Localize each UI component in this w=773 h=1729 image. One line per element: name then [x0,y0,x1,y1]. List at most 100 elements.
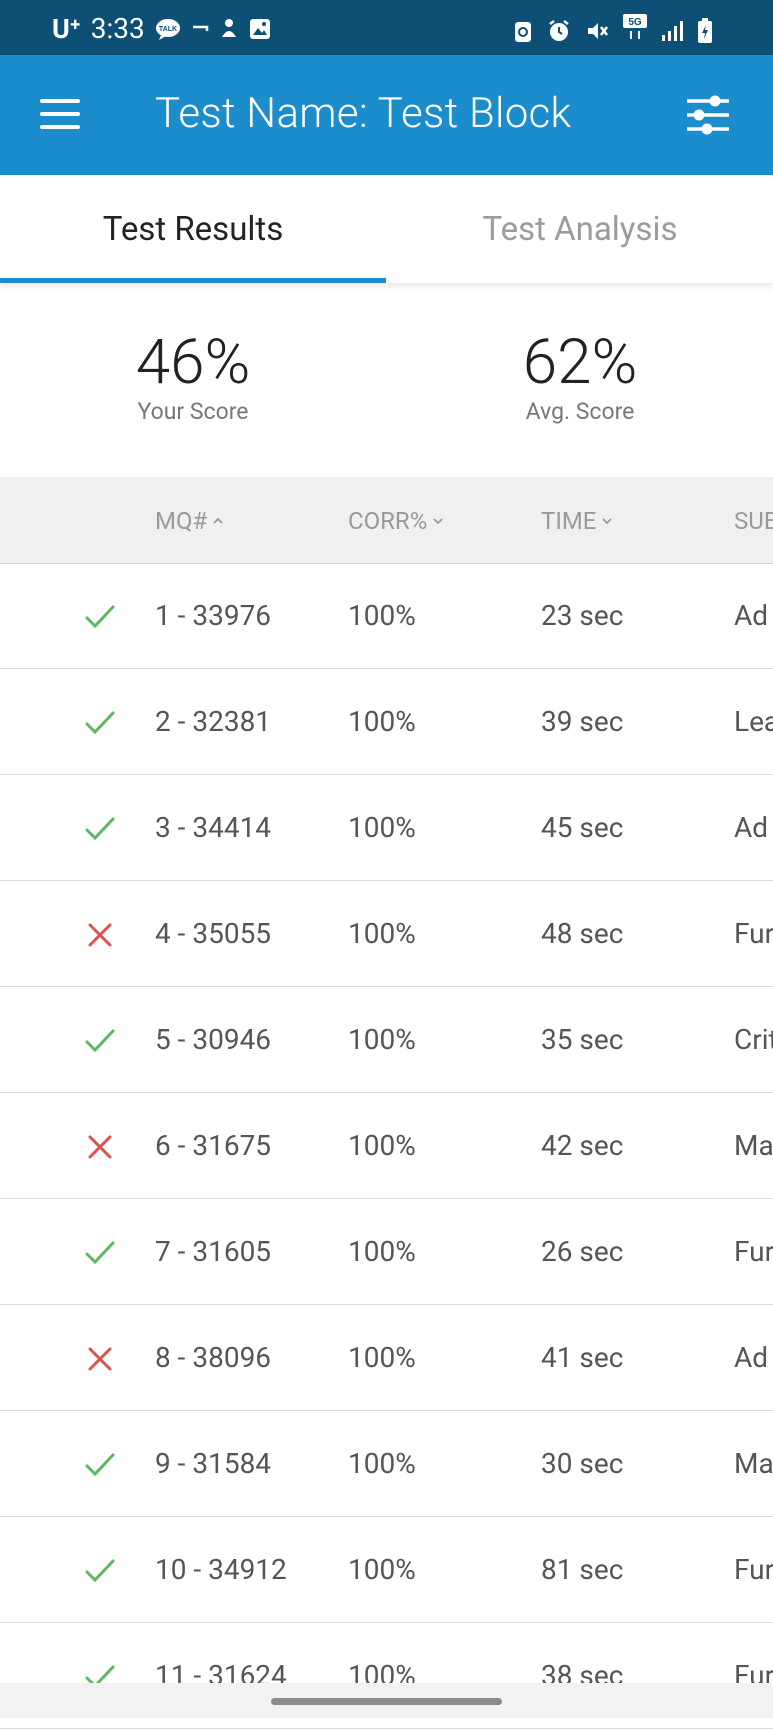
cross-icon [88,923,112,947]
subject-cell: Fur [734,917,773,950]
cross-icon [88,1347,112,1371]
table-row[interactable]: 6 - 31675 100% 42 sec Ma [0,1093,773,1199]
table-row[interactable]: 7 - 31605 100% 26 sec Fur [0,1199,773,1305]
tab-test-analysis[interactable]: Test Analysis [387,175,773,283]
time-cell: 30 sec [541,1447,624,1480]
time-cell: 35 sec [541,1023,624,1056]
chevron-up-icon [213,517,223,524]
home-gesture-handle[interactable] [271,1698,502,1705]
score-summary: 46% Your Score 62% Avg. Score [0,300,773,477]
mq-number-cell: 8 - 38096 [155,1341,272,1374]
your-score-value: 46% [135,326,251,399]
active-tab-indicator [0,278,386,283]
check-icon [85,1029,115,1053]
check-icon [85,605,115,629]
table-row[interactable]: 10 - 34912 100% 81 sec Fur [0,1517,773,1623]
time-cell: 41 sec [541,1341,624,1374]
check-icon [85,1453,115,1477]
time-cell: 48 sec [541,917,624,950]
time-cell: 39 sec [541,705,624,738]
column-header-corr[interactable]: CORR% [348,507,443,535]
battery-icon [698,17,712,43]
time-cell: 26 sec [541,1235,624,1268]
recycle-icon [515,21,531,42]
table-row[interactable]: 4 - 35055 100% 48 sec Fur [0,881,773,987]
correct-percent-cell: 100% [348,1553,416,1586]
clock: 3:33 [90,12,145,45]
cross-icon [88,1135,112,1159]
check-icon [85,817,115,841]
column-header-time-label: TIME [541,507,597,535]
time-cell: 42 sec [541,1129,624,1162]
tab-test-results[interactable]: Test Results [0,175,386,283]
correct-percent-cell: 100% [348,811,416,844]
mq-number-cell: 2 - 32381 [155,705,272,738]
subject-cell: Fur [734,1553,773,1586]
carrier-label: U⁺ [52,12,81,45]
tab-bar: Test Results Test Analysis [0,175,773,283]
subject-cell: Ma [734,1129,773,1162]
correct-percent-cell: 100% [348,1023,416,1056]
mq-number-cell: 9 - 31584 [155,1447,272,1480]
subject-cell: Ad [734,1341,769,1374]
page-title: Test Name: Test Block [155,89,572,138]
mq-number-cell: 3 - 34414 [155,811,272,844]
correct-percent-cell: 100% [348,1235,416,1268]
correct-percent-cell: 100% [348,705,416,738]
correct-percent-cell: 100% [348,599,416,632]
table-row[interactable]: 9 - 31584 100% 30 sec Ma [0,1411,773,1517]
mq-number-cell: 4 - 35055 [155,917,272,950]
subject-cell: Fur [734,1235,773,1268]
column-header-mq-label: MQ# [155,507,208,535]
your-score: 46% Your Score [0,326,386,426]
correct-percent-cell: 100% [348,917,416,950]
column-header-subject-label: SUB [734,507,773,535]
column-header-corr-label: CORR% [348,507,428,535]
table-row[interactable]: 2 - 32381 100% 39 sec Lea [0,669,773,775]
mq-number-cell: 5 - 30946 [155,1023,272,1056]
gallery-icon [249,18,270,39]
alarm-icon [549,19,569,41]
correct-percent-cell: 100% [348,1447,416,1480]
status-right: 5G [513,14,713,47]
column-header-time[interactable]: TIME [541,507,613,535]
table-row[interactable]: 8 - 38096 100% 41 sec Ad [0,1305,773,1411]
filter-settings-icon[interactable] [685,93,731,137]
subject-cell: Lea [734,705,773,738]
avg-score-label: Avg. Score [525,398,635,425]
menu-icon[interactable] [40,99,80,129]
correct-percent-cell: 100% [348,1129,416,1162]
chevron-down-icon [433,518,443,525]
subject-cell: Crit [734,1023,773,1056]
table-row[interactable]: 1 - 33976 100% 23 sec Ad [0,563,773,669]
table-header: MQ# CORR% TIME SUB [0,477,773,564]
correct-percent-cell: 100% [348,1341,416,1374]
avg-score: 62% Avg. Score [387,326,773,426]
avg-score-value: 62% [522,326,638,399]
signal-icon [662,20,683,41]
check-icon [85,1241,115,1265]
network-label: 5G [628,17,642,28]
5g-icon: 5G [623,14,647,47]
mq-number-cell: 1 - 33976 [155,599,272,632]
status-bar: U⁺ 3:33 TALK 5G [0,0,773,55]
column-header-mq[interactable]: MQ# [155,507,223,535]
table-row[interactable]: 5 - 30946 100% 35 sec Crit [0,987,773,1093]
mq-number-cell: 7 - 31605 [155,1235,272,1268]
chevron-down-icon [602,518,613,525]
your-score-label: Your Score [137,398,249,425]
subject-cell: Ad [734,599,769,632]
subject-cell: Ma [734,1447,773,1480]
mute-icon [588,22,608,39]
column-header-subject[interactable]: SUB [734,507,773,535]
app-bar: Test Name: Test Block [0,55,773,175]
notification-icon [221,18,236,37]
check-icon [85,711,115,735]
table-row[interactable]: 3 - 34414 100% 45 sec Ad [0,775,773,881]
check-icon [85,1559,115,1583]
mq-number-cell: 10 - 34912 [155,1553,287,1586]
time-cell: 81 sec [541,1553,624,1586]
mq-number-cell: 6 - 31675 [155,1129,272,1162]
results-table-body: 1 - 33976 100% 23 sec Ad 2 - 32381 100% 39 sec… [0,563,773,1729]
subject-cell: Ad [734,811,769,844]
